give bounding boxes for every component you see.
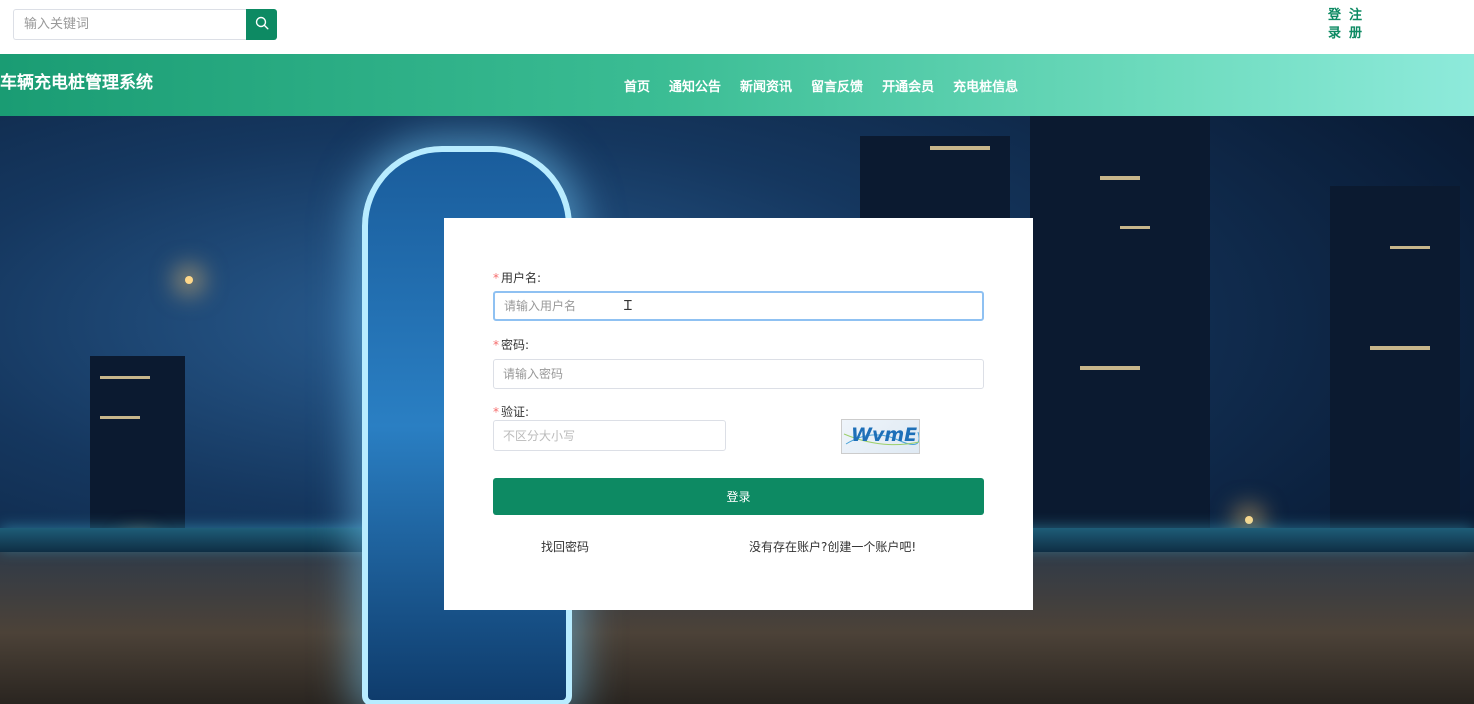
- window-light: [930, 146, 990, 150]
- password-label-text: 密码:: [501, 338, 530, 352]
- window-light: [1080, 366, 1140, 370]
- nav-item-home[interactable]: 首页: [624, 76, 650, 95]
- register-link[interactable]: 注册: [1349, 7, 1362, 43]
- window-light: [1120, 226, 1150, 229]
- top-bar: 登录 注册: [0, 0, 1474, 54]
- required-mark: *: [493, 338, 499, 352]
- login-submit-button[interactable]: 登录: [493, 478, 984, 515]
- site-title: 车辆充电桩管理系统: [0, 73, 153, 93]
- captcha-input[interactable]: [493, 420, 726, 451]
- username-label: * 用户名:: [493, 269, 541, 286]
- nav-item-charging-piles[interactable]: 充电桩信息: [953, 76, 1018, 95]
- nav-item-membership[interactable]: 开通会员: [882, 76, 934, 95]
- nav-item-notices[interactable]: 通知公告: [669, 76, 721, 95]
- building: [1330, 186, 1460, 536]
- captcha-label: * 验证:: [493, 403, 529, 420]
- nav-bar: 车辆充电桩管理系统 首页 通知公告 新闻资讯 留言反馈 开通会员 充电桩信息: [0, 54, 1474, 116]
- nav-item-feedback[interactable]: 留言反馈: [811, 76, 863, 95]
- building: [90, 356, 185, 536]
- street-lamp: [1245, 516, 1253, 524]
- username-label-text: 用户名:: [501, 271, 542, 285]
- window-light: [1390, 246, 1430, 249]
- window-light: [100, 376, 150, 379]
- main-nav: 首页 通知公告 新闻资讯 留言反馈 开通会员 充电桩信息: [624, 76, 1018, 95]
- search-input[interactable]: [13, 9, 247, 40]
- required-mark: *: [493, 271, 499, 285]
- required-mark: *: [493, 405, 499, 419]
- username-input[interactable]: [493, 291, 984, 321]
- window-light: [1370, 346, 1430, 350]
- window-light: [1100, 176, 1140, 180]
- search-icon: [255, 15, 269, 34]
- nav-item-news[interactable]: 新闻资讯: [740, 76, 792, 95]
- captcha-label-text: 验证:: [501, 405, 530, 419]
- street-lamp: [185, 276, 193, 284]
- search-button[interactable]: [246, 9, 277, 40]
- forgot-password-link[interactable]: 找回密码: [541, 538, 589, 555]
- auth-links: 登录 注册: [1328, 7, 1362, 43]
- captcha-text: WvmE: [851, 424, 918, 446]
- window-light: [100, 416, 140, 419]
- password-input[interactable]: [493, 359, 984, 389]
- password-label: * 密码:: [493, 336, 529, 353]
- login-card: *用户名: *密码: *验证: WvmE 登录 找回密码 没有存在账户?创建一个…: [444, 218, 1033, 610]
- captcha-image[interactable]: WvmE: [841, 419, 920, 454]
- text-cursor-icon: Ɪ: [624, 298, 632, 314]
- register-account-link[interactable]: 没有存在账户?创建一个账户吧!: [749, 538, 916, 555]
- login-link[interactable]: 登录: [1328, 7, 1341, 43]
